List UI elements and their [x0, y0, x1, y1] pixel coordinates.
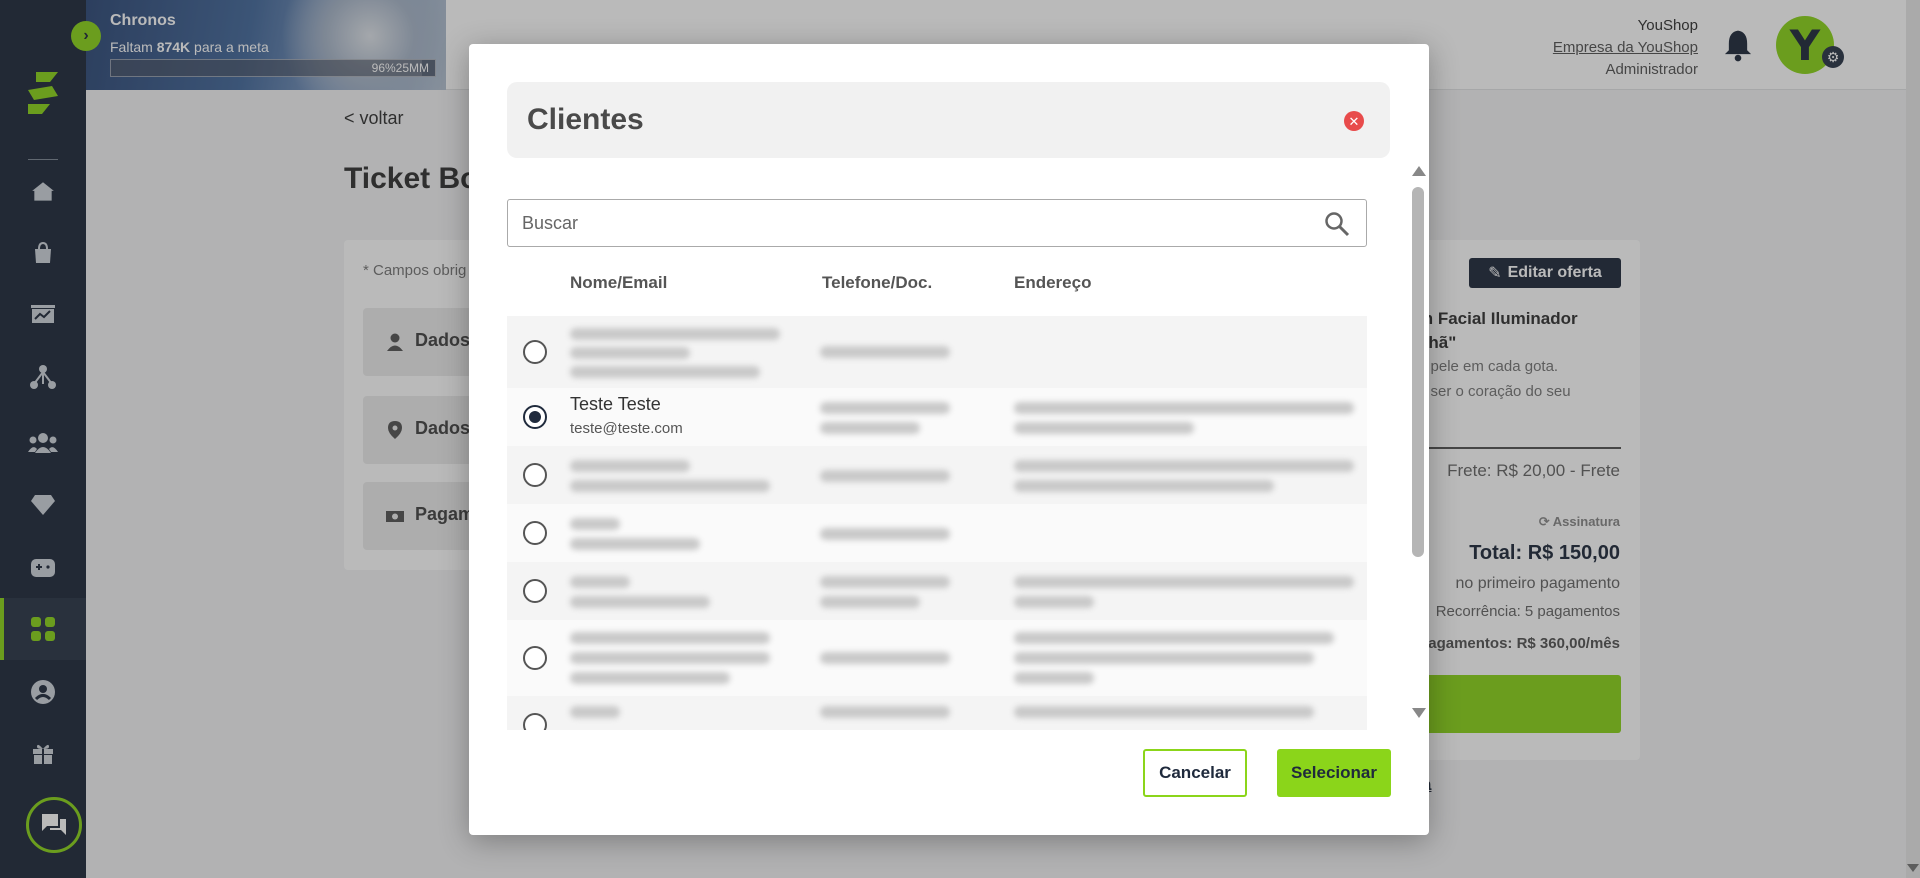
redacted-text — [570, 652, 770, 664]
redacted-text — [1014, 652, 1314, 664]
radio-button[interactable] — [523, 713, 547, 730]
redacted-text — [570, 706, 620, 718]
redacted-text — [820, 652, 950, 664]
redacted-text — [820, 470, 950, 482]
redacted-text — [1014, 460, 1354, 472]
redacted-text — [820, 596, 920, 608]
table-row[interactable] — [507, 504, 1367, 562]
client-name: Teste Teste — [570, 394, 661, 414]
scroll-down-icon[interactable] — [1412, 708, 1426, 718]
radio-button[interactable] — [523, 646, 547, 670]
redacted-text — [1014, 706, 1314, 718]
table-row[interactable] — [507, 620, 1367, 696]
redacted-text — [820, 576, 950, 588]
redacted-text — [1014, 632, 1334, 644]
radio-button-selected[interactable] — [523, 405, 547, 429]
redacted-text — [1014, 672, 1094, 684]
select-button[interactable]: Selecionar — [1277, 749, 1391, 797]
clients-modal: Clientes ✕ Nome/Email Telefone/Doc. Ende… — [469, 44, 1429, 835]
column-header-name[interactable]: Nome/Email — [570, 273, 667, 293]
redacted-text — [1014, 480, 1274, 492]
redacted-text — [570, 632, 770, 644]
redacted-text — [570, 460, 690, 472]
redacted-text — [820, 402, 950, 414]
redacted-text — [820, 422, 920, 434]
scroll-up-icon[interactable] — [1412, 166, 1426, 176]
table-row[interactable] — [507, 446, 1367, 504]
redacted-text — [570, 576, 630, 588]
client-email: teste@teste.com — [570, 420, 683, 437]
redacted-text — [1014, 576, 1354, 588]
table-row[interactable] — [507, 696, 1367, 730]
table-row[interactable] — [507, 316, 1367, 388]
redacted-text — [1014, 402, 1354, 414]
redacted-text — [1014, 422, 1194, 434]
radio-button[interactable] — [523, 463, 547, 487]
table-row-selected[interactable]: Teste Teste teste@teste.com — [507, 388, 1367, 446]
redacted-text — [570, 596, 710, 608]
radio-button[interactable] — [523, 579, 547, 603]
redacted-text — [820, 528, 950, 540]
table-row[interactable] — [507, 562, 1367, 620]
redacted-text — [570, 518, 620, 530]
redacted-text — [820, 346, 950, 358]
modal-title: Clientes — [527, 103, 644, 136]
column-header-phone[interactable]: Telefone/Doc. — [822, 273, 932, 293]
list-scrollbar-thumb[interactable] — [1412, 187, 1424, 557]
redacted-text — [570, 480, 770, 492]
clients-list[interactable]: Teste Teste teste@teste.com — [507, 316, 1367, 730]
modal-header: Clientes ✕ — [507, 82, 1390, 158]
redacted-text — [570, 328, 780, 340]
redacted-text — [570, 538, 700, 550]
search-input[interactable] — [508, 200, 1308, 246]
search-icon[interactable] — [1324, 211, 1350, 237]
redacted-text — [1014, 596, 1094, 608]
close-icon[interactable]: ✕ — [1344, 111, 1364, 131]
redacted-text — [570, 347, 690, 359]
redacted-text — [570, 366, 760, 378]
cancel-button[interactable]: Cancelar — [1143, 749, 1247, 797]
column-header-address[interactable]: Endereço — [1014, 273, 1091, 293]
redacted-text — [820, 706, 950, 718]
redacted-text — [570, 672, 730, 684]
radio-button[interactable] — [523, 521, 547, 545]
radio-button[interactable] — [523, 340, 547, 364]
search-box — [507, 199, 1367, 247]
